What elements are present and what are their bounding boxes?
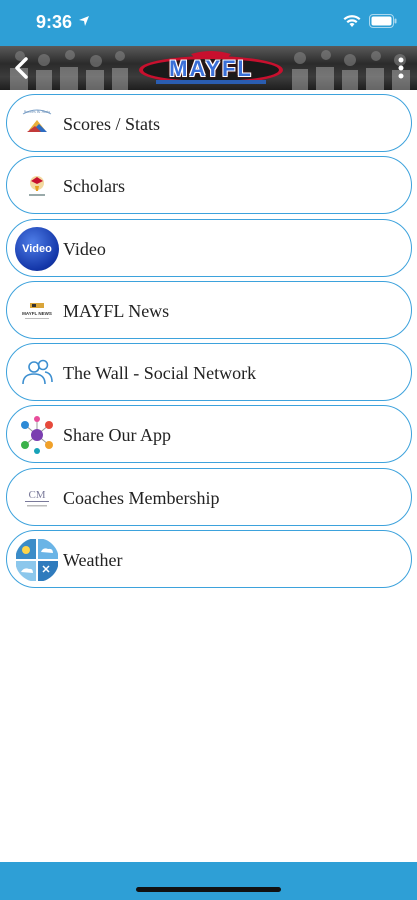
menu-item-share-our-app[interactable]: Share Our App	[6, 405, 412, 464]
menu-item-coaches-membership[interactable]: CM Coaches Membership	[6, 467, 412, 526]
menu-item-label: Scholars	[63, 176, 125, 197]
menu-item-label: Weather	[63, 550, 123, 571]
status-bar: 9:36	[0, 0, 417, 46]
logo-text: MAYFL	[169, 56, 253, 81]
share-icon	[15, 413, 59, 457]
menu-item-label: Scores / Stats	[63, 114, 160, 134]
menu-item-video[interactable]: Video Video	[6, 218, 412, 277]
location-arrow-icon	[79, 16, 89, 26]
home-indicator[interactable]	[136, 887, 281, 892]
more-options-icon[interactable]	[393, 54, 409, 82]
svg-text:CM: CM	[28, 489, 45, 501]
wifi-icon	[343, 15, 361, 27]
menu-item-label: Coaches Membership	[63, 487, 220, 508]
news-icon: MAYFL NEWS	[15, 288, 59, 333]
scores-stats-icon: Scores & Stats	[15, 102, 59, 146]
battery-icon	[369, 14, 397, 28]
menu-item-scholars[interactable]: Scholars	[6, 156, 412, 215]
people-icon	[15, 351, 59, 395]
menu-item-label: The Wall - Social Network	[63, 363, 257, 384]
menu-list: Scores & Stats Scores / Stats Scholars V…	[6, 94, 412, 592]
status-icons	[343, 14, 397, 28]
svg-text:Scores & Stats: Scores & Stats	[24, 109, 51, 114]
menu-item-weather[interactable]: Weather	[6, 530, 412, 589]
menu-item-label: Video	[63, 238, 106, 259]
menu-item-label: MAYFL News	[63, 300, 170, 321]
weather-icon	[15, 538, 59, 583]
back-button[interactable]	[8, 54, 36, 82]
app-header: MAYFL	[0, 46, 417, 90]
coaches-membership-icon: CM	[15, 475, 59, 520]
video-icon-text: Video	[22, 242, 52, 255]
menu-item-the-wall[interactable]: The Wall - Social Network	[6, 343, 412, 402]
video-icon: Video	[15, 226, 59, 271]
bottom-bar	[0, 862, 417, 900]
scholars-icon	[15, 164, 59, 209]
svg-text:MAYFL NEWS: MAYFL NEWS	[22, 311, 52, 316]
status-time: 9:36	[36, 12, 73, 32]
menu-item-scores-stats[interactable]: Scores & Stats Scores / Stats	[6, 94, 412, 152]
menu-item-mayfl-news[interactable]: MAYFL NEWS MAYFL News	[6, 280, 412, 339]
mayfl-logo: MAYFL	[136, 50, 286, 86]
menu-item-label: Share Our App	[63, 425, 171, 446]
